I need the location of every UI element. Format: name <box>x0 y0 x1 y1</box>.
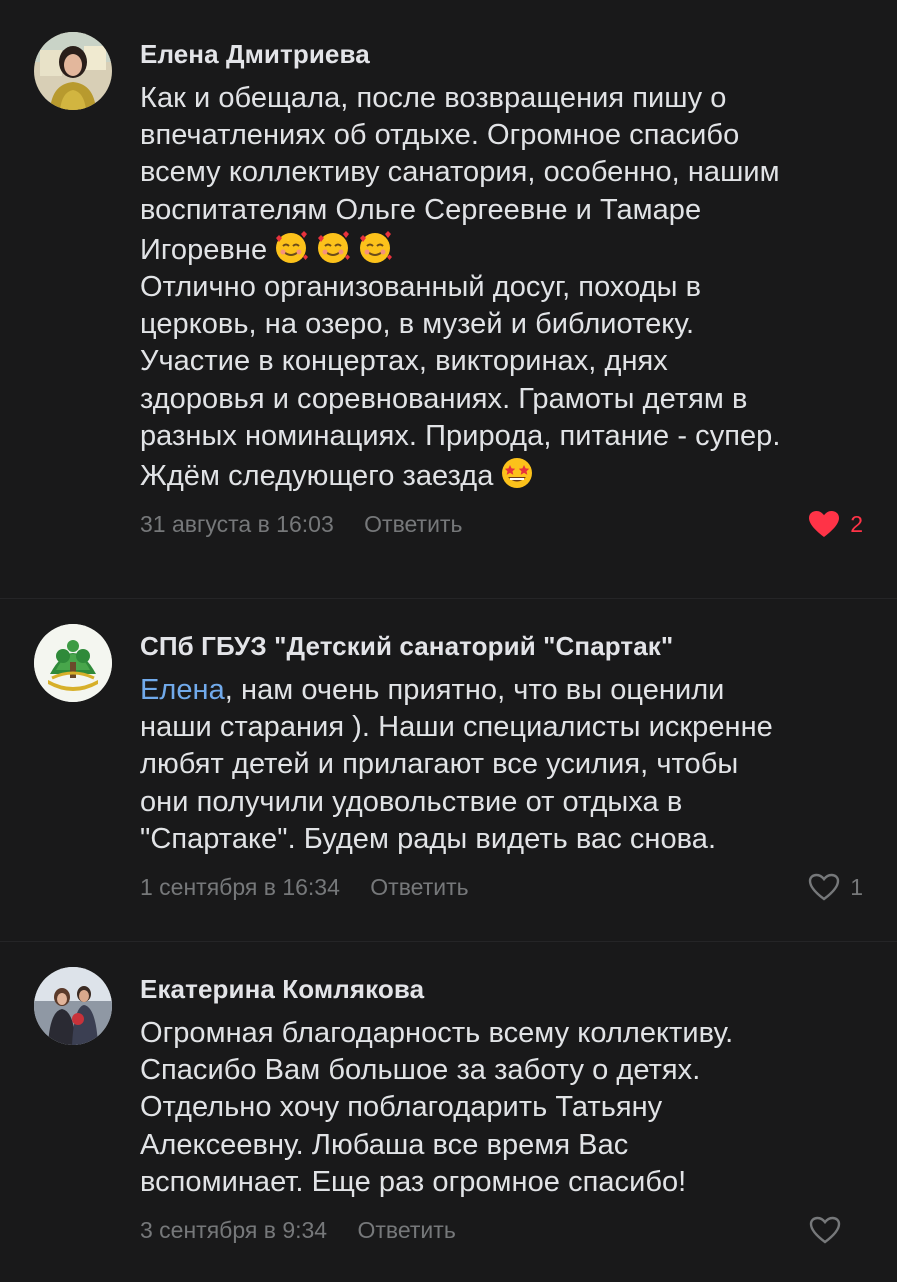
comment-author[interactable]: Елена Дмитриева <box>140 38 863 70</box>
comment-line: они получили удовольствие от отдыха в <box>140 785 683 818</box>
reply-button[interactable]: Ответить <box>364 511 462 537</box>
comment-author[interactable]: Екатерина Комлякова <box>140 973 863 1005</box>
comment-meta: 3 сентября в 9:34 Ответить <box>140 1213 863 1247</box>
comment-text: Как и обещала, после возвращения пишу о … <box>140 80 863 495</box>
comment-author[interactable]: СПб ГБУЗ "Детский санаторий "Спартак" <box>140 630 863 662</box>
smiling-face-with-hearts-emoji <box>318 230 351 263</box>
comment-date: 3 сентября в 9:34 <box>140 1217 328 1244</box>
avatar[interactable] <box>34 624 112 702</box>
comment-line: всему коллективу санатория, особенно, на… <box>140 156 780 189</box>
heart-outline-icon <box>809 1216 841 1244</box>
user-photo-avatar-icon <box>34 967 112 1045</box>
comment-line: , нам очень приятно, что вы оценили <box>224 674 725 706</box>
comment-line: Отдельно хочу поблагодарить Татьяну <box>140 1091 663 1124</box>
comment-line: Огромная благодарность всему коллективу. <box>140 1017 734 1049</box>
comment-line: разных номинациях. Природа, питание - су… <box>140 419 781 452</box>
comment-text: Елена, нам очень приятно, что вы оценили… <box>140 672 863 858</box>
comment-date: 31 августа в 16:03 <box>140 511 334 538</box>
comment-meta: 1 сентября в 16:34 Ответить 1 <box>140 870 863 904</box>
smiling-face-with-hearts-emoji <box>276 230 309 263</box>
comment: СПб ГБУЗ "Детский санаторий "Спартак" Ел… <box>0 599 897 941</box>
like-count: 1 <box>850 874 863 901</box>
comment-line: вспоминает. Еще раз огромное спасибо! <box>140 1165 687 1198</box>
comment-line: наши старания ). Наши специалисты искрен… <box>140 711 773 744</box>
comment-line: "Спартаке". Будем рады видеть вас снова. <box>140 822 717 855</box>
comment-text: Огромная благодарность всему коллективу.… <box>140 1015 863 1201</box>
comment-line: церковь, на озеро, в музей и библиотеку. <box>140 308 695 341</box>
like-count: 2 <box>850 511 863 538</box>
comment-date: 1 сентября в 16:34 <box>140 874 340 901</box>
like-button[interactable]: 2 <box>808 507 863 541</box>
avatar[interactable] <box>34 967 112 1045</box>
heart-outline-icon <box>809 873 840 901</box>
comment-meta: 31 августа в 16:03 Ответить 2 <box>140 507 863 541</box>
comment-line: Отлично организованный досуг, походы в <box>140 271 702 304</box>
comment-line-with-mention: Елена, нам очень приятно, что вы оценили <box>140 672 863 709</box>
comment: Елена Дмитриева Как и обещала, после воз… <box>0 0 897 598</box>
smiling-face-with-hearts-emoji <box>360 230 393 263</box>
comment-line: здоровья и соревнованиях. Грамоты детям … <box>140 382 748 415</box>
reply-button[interactable]: Ответить <box>370 874 468 900</box>
star-struck-emoji <box>502 458 533 489</box>
like-button[interactable] <box>809 1213 863 1247</box>
mention-link[interactable]: Елена <box>140 674 225 706</box>
comment-line: Как и обещала, после возвращения пишу о <box>140 82 727 114</box>
comment-line-with-emoji: Ждём следующего заезда <box>140 455 863 495</box>
comment-line: Спасибо Вам большое за заботу о детях. <box>140 1054 701 1087</box>
sanatorium-logo-avatar-icon <box>34 624 112 702</box>
avatar[interactable] <box>34 32 112 110</box>
comment-line: Участие в концертах, викторинах, днях <box>140 345 668 378</box>
comment-line: воспитателям Ольге Сергеевне и Тамаре <box>140 193 702 226</box>
comment-line: любят детей и прилагают все усилия, чтоб… <box>140 748 739 781</box>
user-photo-avatar-icon <box>34 32 112 110</box>
heart-filled-icon <box>809 511 840 538</box>
comment: Екатерина Комлякова Огромная благодарнос… <box>0 942 897 1282</box>
comment-line: Алексеевну. Любаша все время Вас <box>140 1128 629 1161</box>
comment-line: Ждём следующего заезда <box>140 460 494 493</box>
comment-line: Игоревне <box>140 233 268 266</box>
reply-button[interactable]: Ответить <box>357 1217 455 1243</box>
comment-line: впечатлениях об отдыхе. Огромное спасибо <box>140 119 740 152</box>
like-button[interactable]: 1 <box>808 870 863 904</box>
comment-line-with-emoji: Игоревне <box>140 229 863 269</box>
